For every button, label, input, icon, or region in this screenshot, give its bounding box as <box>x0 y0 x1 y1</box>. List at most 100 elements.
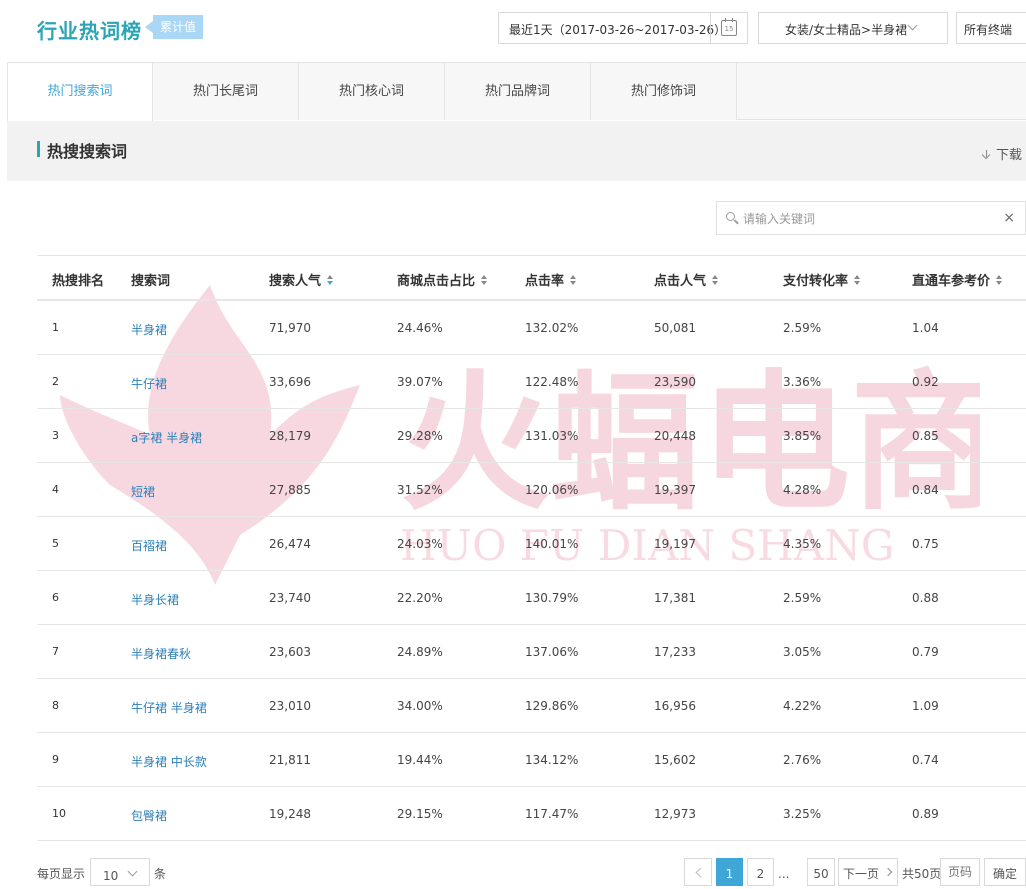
col-header-ctr-label: 点击率 <box>525 274 565 289</box>
cell-mall-click: 31.52% <box>397 483 443 497</box>
per-page-label: 每页显示 <box>37 867 86 881</box>
keyword-link[interactable]: 牛仔裙 <box>131 375 167 392</box>
cell-rank: 1 <box>52 321 59 334</box>
top-header: 行业热词榜 累计值 最近1天（2017-03-26~2017-03-26） 15… <box>0 0 1026 62</box>
col-header-search-pop[interactable]: 搜索人气 <box>269 270 334 289</box>
download-button[interactable]: 下载 <box>982 144 1022 163</box>
keyword-link[interactable]: 牛仔裙 半身裙 <box>131 699 207 716</box>
section-title: 热搜搜索词 <box>47 142 128 161</box>
tab-hot-longtail[interactable]: 热门长尾词 <box>153 63 299 120</box>
cell-ztc-price: 0.89 <box>912 807 939 821</box>
section-header: 热搜搜索词 下载 <box>7 121 1026 181</box>
cell-mall-click: 29.28% <box>397 429 443 443</box>
sort-icon[interactable] <box>327 275 334 286</box>
download-label: 下载 <box>996 148 1023 163</box>
cell-rank: 3 <box>52 429 59 442</box>
col-header-pay-conv[interactable]: 支付转化率 <box>783 270 861 289</box>
keyword-link[interactable]: 半身裙 <box>131 321 167 338</box>
cell-rank: 9 <box>52 753 59 766</box>
pagination-bar: 每页显示 10 条 1 2 ... 50 下一页 共50页 确定 <box>0 855 1026 886</box>
cell-rank: 10 <box>52 807 66 820</box>
keyword-search-input[interactable] <box>741 208 995 230</box>
next-page-label: 下一页 <box>843 867 880 881</box>
cell-mall-click: 24.46% <box>397 321 443 335</box>
tab-hot-search[interactable]: 热门搜索词 <box>7 63 153 121</box>
table-row: 1 半身裙 71,970 24.46% 132.02% 50,081 2.59%… <box>37 301 1026 355</box>
cell-mall-click: 34.00% <box>397 699 443 713</box>
cell-ztc-price: 0.79 <box>912 645 939 659</box>
keyword-link[interactable]: 半身裙 中长款 <box>131 753 207 770</box>
terminal-select[interactable]: 所有终端 <box>956 12 1026 44</box>
table-row: 5 百褶裙 26,474 24.03% 140.01% 19,197 4.35%… <box>37 517 1026 571</box>
cell-ztc-price: 0.75 <box>912 537 939 551</box>
keyword-link[interactable]: a字裙 半身裙 <box>131 429 202 446</box>
clear-icon[interactable]: × <box>1003 210 1015 226</box>
category-select[interactable]: 女装/女士精品>半身裙 <box>758 12 948 44</box>
col-header-mall-click[interactable]: 商城点击占比 <box>397 270 488 289</box>
sort-icon[interactable] <box>481 275 488 286</box>
sort-icon[interactable] <box>854 275 861 286</box>
col-header-mall-click-label: 商城点击占比 <box>397 274 476 289</box>
cell-mall-click: 39.07% <box>397 375 443 389</box>
cell-ctr: 137.06% <box>525 645 579 659</box>
cell-click-pop: 19,197 <box>654 537 696 551</box>
per-page-value: 10 <box>103 869 119 883</box>
cell-ctr: 129.86% <box>525 699 579 713</box>
table-row: 8 牛仔裙 半身裙 23,010 34.00% 129.86% 16,956 4… <box>37 679 1026 733</box>
chevron-down-icon <box>127 866 138 877</box>
cell-pay-conv: 3.85% <box>783 429 822 443</box>
cell-click-pop: 16,956 <box>654 699 696 713</box>
sort-icon[interactable] <box>570 275 577 286</box>
cell-ztc-price: 0.92 <box>912 375 939 389</box>
pagination-ellipsis: ... <box>778 867 790 881</box>
cell-click-pop: 20,448 <box>654 429 696 443</box>
cell-click-pop: 12,973 <box>654 807 696 821</box>
total-pages: 共50页 <box>902 867 942 881</box>
table-header: 热搜排名 搜索词 搜索人气 商城点击占比 点击率 点击人气 支付转化率 直通车参… <box>37 255 1026 301</box>
tab-hot-brand[interactable]: 热门品牌词 <box>445 63 591 120</box>
cell-pay-conv: 3.05% <box>783 645 822 659</box>
sort-icon[interactable] <box>996 275 1003 286</box>
sort-icon[interactable] <box>712 275 719 286</box>
col-header-ztc-price[interactable]: 直通车参考价 <box>912 270 1003 289</box>
tab-hot-core[interactable]: 热门核心词 <box>299 63 445 120</box>
calendar-button[interactable]: 15 <box>710 13 747 43</box>
cell-pay-conv: 2.59% <box>783 321 822 335</box>
col-header-click-pop[interactable]: 点击人气 <box>654 270 719 289</box>
keyword-link[interactable]: 包臀裙 <box>131 807 167 824</box>
cell-pay-conv: 2.59% <box>783 591 822 605</box>
cell-click-pop: 50,081 <box>654 321 696 335</box>
cumulative-badge: 累计值 <box>144 15 204 39</box>
keyword-search-box[interactable]: × <box>716 201 1026 235</box>
calendar-icon: 15 <box>721 18 737 36</box>
cell-ztc-price: 0.85 <box>912 429 939 443</box>
cell-rank: 5 <box>52 537 59 550</box>
cell-pay-conv: 4.28% <box>783 483 822 497</box>
keyword-link[interactable]: 短裙 <box>131 483 155 500</box>
keyword-link[interactable]: 半身裙春秋 <box>131 645 191 662</box>
cell-mall-click: 19.44% <box>397 753 443 767</box>
table-row: 3 a字裙 半身裙 28,179 29.28% 131.03% 20,448 3… <box>37 409 1026 463</box>
cell-mall-click: 29.15% <box>397 807 443 821</box>
cell-pay-conv: 3.36% <box>783 375 822 389</box>
col-header-ctr[interactable]: 点击率 <box>525 270 577 289</box>
search-icon <box>726 212 735 221</box>
date-range-picker[interactable]: 最近1天（2017-03-26~2017-03-26） 15 <box>498 12 748 44</box>
col-header-pay-conv-label: 支付转化率 <box>783 274 849 289</box>
download-icon <box>982 150 991 160</box>
keyword-link[interactable]: 半身长裙 <box>131 591 179 608</box>
cell-ctr: 122.48% <box>525 375 579 389</box>
cell-search-pop: 23,603 <box>269 645 311 659</box>
date-range-text: 最近1天（2017-03-26~2017-03-26） <box>509 23 727 37</box>
tab-hot-modifier[interactable]: 热门修饰词 <box>591 63 737 120</box>
cell-rank: 8 <box>52 699 59 712</box>
cell-ztc-price: 1.04 <box>912 321 939 335</box>
chevron-right-icon <box>883 867 893 877</box>
cell-mall-click: 24.03% <box>397 537 443 551</box>
page-title: 行业热词榜 <box>37 19 142 43</box>
col-header-click-pop-label: 点击人气 <box>654 274 707 289</box>
cell-ctr: 130.79% <box>525 591 579 605</box>
cell-click-pop: 15,602 <box>654 753 696 767</box>
cell-search-pop: 27,885 <box>269 483 311 497</box>
keyword-link[interactable]: 百褶裙 <box>131 537 167 554</box>
